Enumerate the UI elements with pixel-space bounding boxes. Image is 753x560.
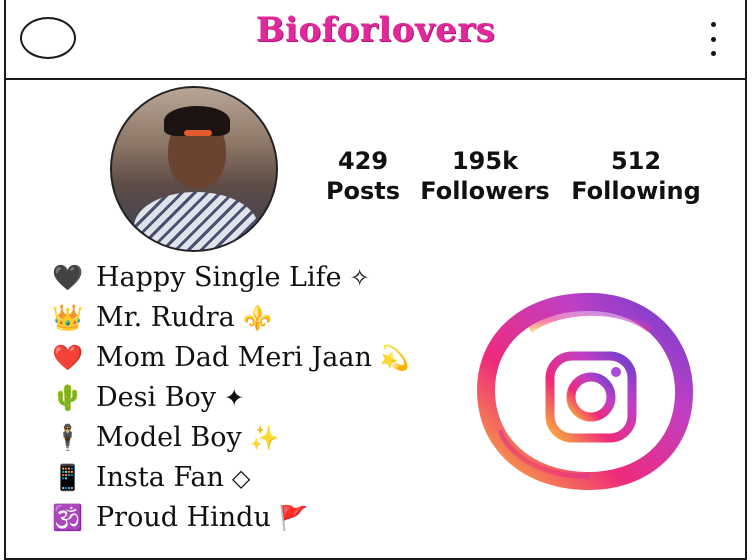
levitating-man-icon: 🕴 [52, 423, 84, 452]
stat-following[interactable]: 512 Following [566, 146, 706, 206]
stat-followers-value: 195k [451, 147, 519, 175]
bio-line: ❤️ Mom Dad Meri Jaan 💫 [48, 338, 410, 378]
bio-text: Mr. Rudra [96, 302, 235, 333]
bio-text: Insta Fan [96, 462, 224, 493]
app-header: Bioforlovers [4, 0, 747, 80]
dizzy-star-icon: 💫 [379, 344, 410, 372]
red-flag-icon: 🚩 [278, 504, 309, 532]
black-heart-icon: 🖤 [52, 263, 84, 292]
sparkles-icon: ✨ [249, 424, 280, 452]
fleur-de-lis-icon: ⚜️ [242, 304, 273, 332]
stat-followers-label: Followers [420, 177, 550, 205]
bio-text: Happy Single Life [96, 262, 342, 293]
bio-text: Mom Dad Meri Jaan [96, 342, 372, 373]
mobile-phone-icon: 📱 [52, 463, 84, 492]
bio-line: 🕉️ Proud Hindu 🚩 [48, 498, 309, 538]
bio-line: 🌵 Desi Boy ✦ [48, 378, 244, 418]
diamond-outline-icon: ◇ [231, 464, 251, 492]
instagram-logo-icon [476, 292, 694, 490]
stat-following-label: Following [571, 177, 701, 205]
four-point-star-icon: ✦ [224, 384, 245, 412]
stat-posts-label: Posts [325, 177, 401, 205]
bio-line: 🕴 Model Boy ✨ [48, 418, 280, 458]
bio-text: Desi Boy [96, 382, 217, 413]
crown-icon: 👑 [52, 303, 84, 332]
om-icon: 🕉️ [52, 503, 84, 532]
stat-posts[interactable]: 429 Posts [320, 146, 406, 206]
stat-posts-value: 429 [337, 147, 389, 175]
more-vertical-icon[interactable] [709, 22, 717, 56]
cactus-icon: 🌵 [52, 383, 84, 412]
avatar[interactable] [110, 86, 278, 252]
bio-line: 🖤 Happy Single Life ✧ [48, 258, 370, 298]
bio-line: 📱 Insta Fan ◇ [48, 458, 250, 498]
bio-line: 👑 Mr. Rudra ⚜️ [48, 298, 273, 338]
stat-following-value: 512 [610, 147, 662, 175]
brand-title: Bioforlovers [255, 10, 496, 50]
red-heart-icon: ❤️ [52, 343, 84, 372]
sparkle-outline-icon: ✧ [349, 264, 370, 292]
bio-text: Model Boy [96, 422, 242, 453]
bio-text: Proud Hindu [96, 502, 271, 533]
stat-followers[interactable]: 195k Followers [418, 146, 552, 206]
